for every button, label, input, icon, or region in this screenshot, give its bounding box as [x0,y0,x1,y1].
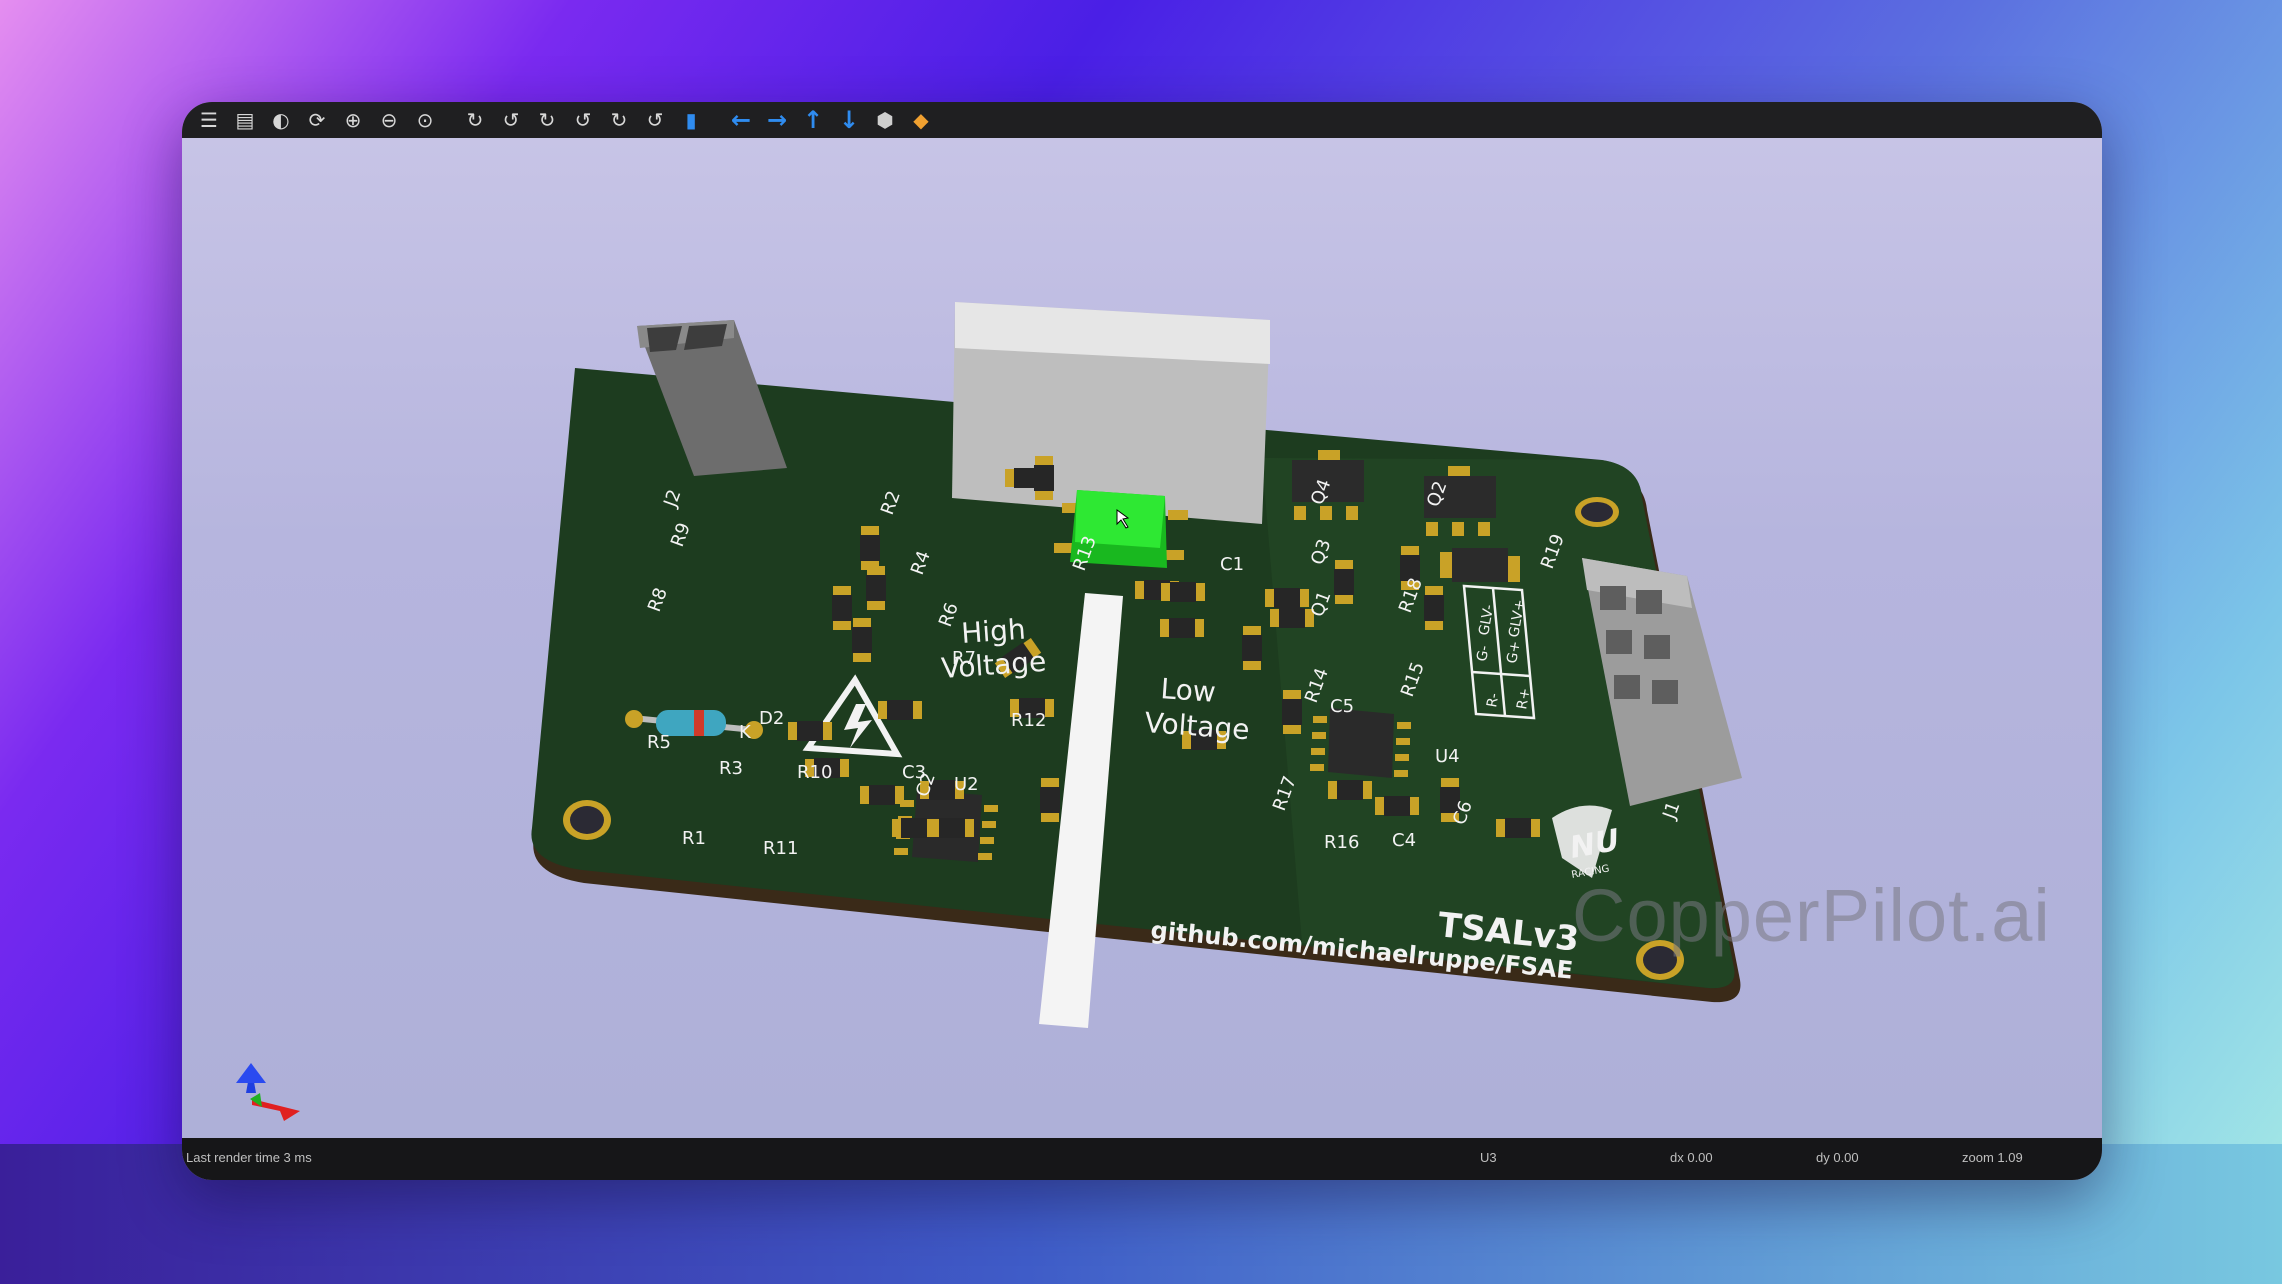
dx-readout: dx 0.00 [1670,1150,1713,1165]
rotate-y-ccw-icon[interactable]: ↺ [568,105,598,135]
pcb-3d-render: J2 R2R9R4R8R6R7D2KR5R3 R10 C2R1 R11C3U2R12R1… [531,302,1742,1028]
zoom-out-icon[interactable]: ⊖ [374,105,404,135]
passive-component[interactable] [1160,618,1204,638]
ref-label-r11: R11 [763,838,798,859]
passive-component[interactable] [860,526,880,570]
ref-label-c3: C3 [902,762,926,783]
passive-component[interactable] [852,618,872,662]
passive-component[interactable] [892,818,936,838]
rotate-x-icon[interactable]: ↻ [460,105,490,135]
ref-label-d2: D2 [759,708,784,729]
move-right-icon[interactable]: → [762,105,792,135]
move-up-icon[interactable]: ↑ [798,105,828,135]
passive-component[interactable] [788,721,832,741]
ref-label-u4: U4 [1435,746,1460,767]
passive-component[interactable] [1242,626,1262,670]
ref-label-k: K [739,722,752,743]
selected-item: U3 [1480,1150,1497,1165]
copy-image-icon[interactable]: ▤ [230,105,260,135]
ref-label-r16: R16 [1324,832,1359,853]
passive-component[interactable] [1424,586,1444,630]
zoom-fit-icon[interactable]: ⊙ [410,105,440,135]
status-bar: Last render time 3 ms U3 dx 0.00 dy 0.00… [182,1138,2102,1180]
rotate-z-ccw-icon[interactable]: ↺ [640,105,670,135]
rotate-y-icon[interactable]: ↻ [532,105,562,135]
axis-gizmo-icon [236,1063,300,1121]
ref-label-c4: C4 [1392,830,1416,851]
3d-viewport[interactable]: J2 R2 R9 R4 R8 R6 R7 D2 K R5 R3 R10 C2 R1 R11 C3 U2 R12 R1… [182,138,2102,1138]
label-low-voltage-1: Low [1160,672,1217,709]
zoom-readout: zoom 1.09 [1962,1150,2023,1165]
ref-label-r5: R5 [647,732,671,753]
ref-label-r1: R1 [682,828,706,849]
ref-label-c1: C1 [1220,554,1244,575]
rotate-z-icon[interactable]: ↻ [604,105,634,135]
raytrace-icon[interactable]: ◐ [266,105,296,135]
pin-label: G- [1474,644,1493,662]
ref-label-u2: U2 [954,774,979,795]
passive-component[interactable] [1034,456,1054,500]
3d-viewer-window: ☰ ▤ ◐ ⟳ ⊕ ⊖ ⊙ ↻ ↺ ↻ ↺ ↻ ↺ ▮ ← → ↑ ↓ ⬢ ◆ [182,102,2102,1180]
passive-component[interactable] [1328,780,1372,800]
passive-component[interactable] [1334,560,1354,604]
watermark: CopperPilot.ai [1572,874,2051,957]
passive-component[interactable] [878,700,922,720]
rotate-x-ccw-icon[interactable]: ↺ [496,105,526,135]
passive-component[interactable] [860,785,904,805]
flip-board-icon[interactable]: ▮ [676,105,706,135]
passive-component[interactable] [866,566,886,610]
dy-readout: dy 0.00 [1816,1150,1859,1165]
ref-label-r10: R10 [797,762,832,783]
passive-component[interactable] [1265,588,1309,608]
component-block[interactable] [952,302,1270,524]
passive-component[interactable] [1040,778,1060,822]
passive-component[interactable] [1161,582,1205,602]
component-r19[interactable] [1440,548,1520,582]
zoom-in-icon[interactable]: ⊕ [338,105,368,135]
toolbar: ☰ ▤ ◐ ⟳ ⊕ ⊖ ⊙ ↻ ↺ ↻ ↺ ↻ ↺ ▮ ← → ↑ ↓ ⬢ ◆ [182,102,2102,138]
render-time: Last render time 3 ms [186,1150,312,1165]
passive-component[interactable] [1375,796,1419,816]
ref-label-c5: C5 [1330,696,1354,717]
move-down-icon[interactable]: ↓ [834,105,864,135]
label-high-voltage-1: High [960,613,1027,650]
layers-icon[interactable]: ◆ [906,105,936,135]
passive-component[interactable] [832,586,852,630]
passive-component[interactable] [1496,818,1540,838]
pin-label: R- [1484,692,1502,709]
perspective-icon[interactable]: ⬢ [870,105,900,135]
passive-component[interactable] [1282,690,1302,734]
render-options-icon[interactable]: ☰ [194,105,224,135]
ref-label-r3: R3 [719,758,743,779]
move-left-icon[interactable]: ← [726,105,756,135]
passive-component[interactable] [930,818,974,838]
ref-label-r12: R12 [1011,710,1046,731]
reload-icon[interactable]: ⟳ [302,105,332,135]
